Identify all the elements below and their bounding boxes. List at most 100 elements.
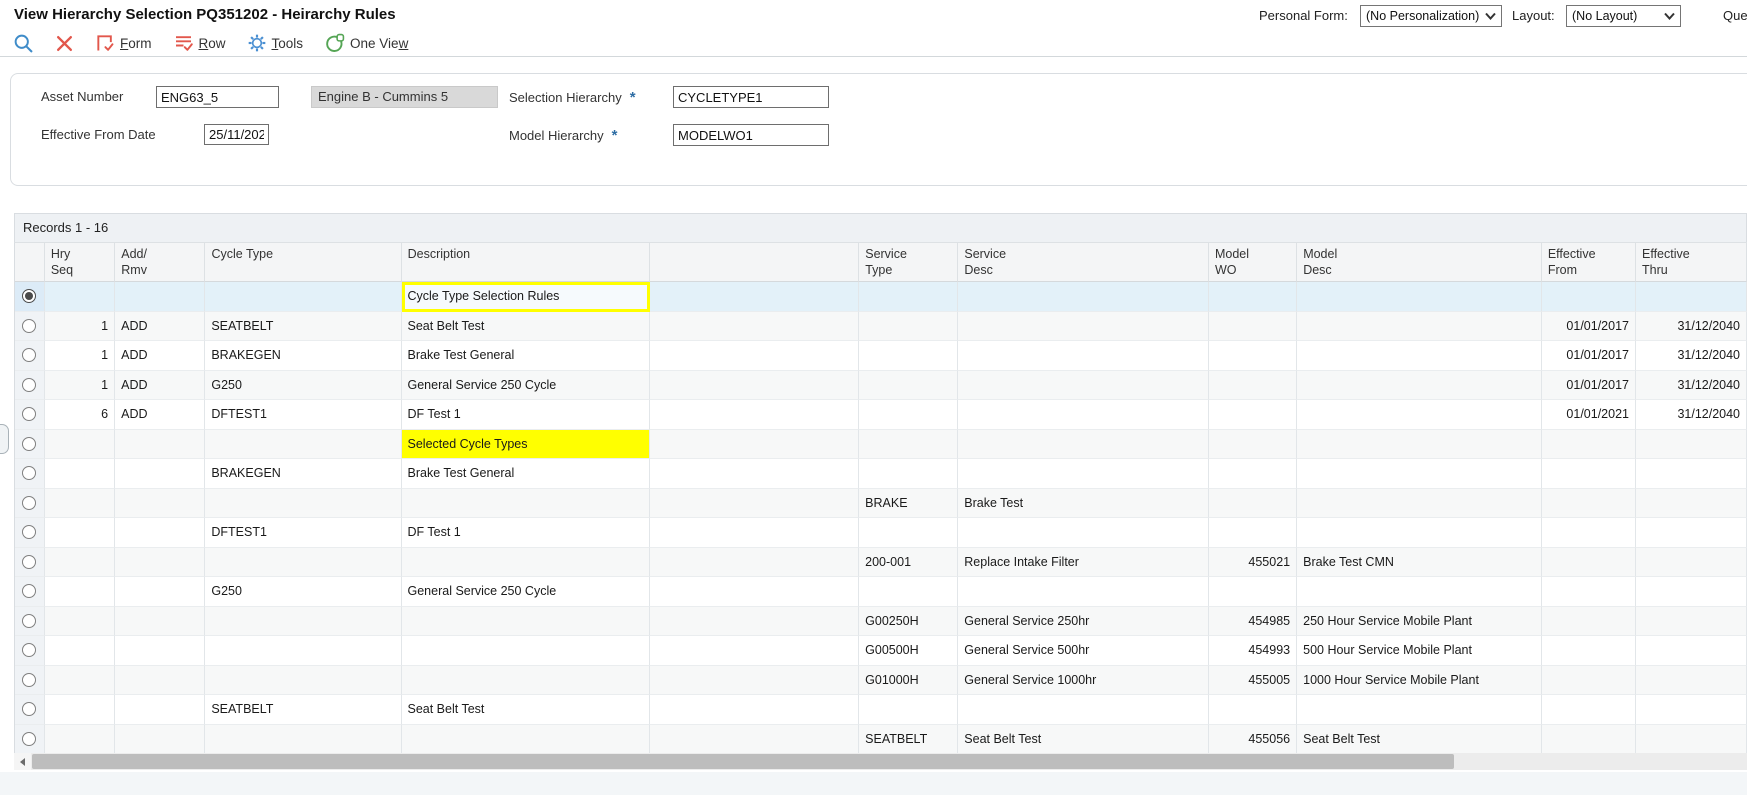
- cell-eff_thru[interactable]: 31/12/2040: [1636, 371, 1747, 401]
- cell-add_rmv[interactable]: ADD: [115, 400, 205, 430]
- cell-description[interactable]: Cycle Type Selection Rules: [402, 282, 651, 312]
- cell-eff_from[interactable]: [1542, 607, 1636, 637]
- cell-model_desc[interactable]: [1297, 341, 1542, 371]
- cell-spacer[interactable]: [650, 312, 859, 342]
- effective-from-date-input[interactable]: [204, 124, 269, 145]
- cell-model_desc[interactable]: 1000 Hour Service Mobile Plant: [1297, 666, 1542, 696]
- cell-cycle_type[interactable]: [205, 666, 401, 696]
- cell-eff_thru[interactable]: [1636, 636, 1747, 666]
- cell-eff_thru[interactable]: [1636, 518, 1747, 548]
- cell-cycle_type[interactable]: [205, 607, 401, 637]
- cell-description[interactable]: DF Test 1: [402, 400, 651, 430]
- cell-model_desc[interactable]: Seat Belt Test: [1297, 725, 1542, 755]
- cell-hry_seq[interactable]: [45, 577, 115, 607]
- cell-model_desc[interactable]: [1297, 518, 1542, 548]
- cell-spacer[interactable]: [650, 459, 859, 489]
- cell-hry_seq[interactable]: [45, 636, 115, 666]
- queries-label[interactable]: Que: [1723, 8, 1747, 23]
- row-select-radio[interactable]: [22, 437, 36, 451]
- cell-add_rmv[interactable]: [115, 636, 205, 666]
- row-select-radio[interactable]: [22, 555, 36, 569]
- cell-description[interactable]: DF Test 1: [402, 518, 651, 548]
- cell-hry_seq[interactable]: [45, 666, 115, 696]
- cell-cycle_type[interactable]: [205, 430, 401, 460]
- cell-service_desc[interactable]: Replace Intake Filter: [958, 548, 1209, 578]
- cell-model_wo[interactable]: 455056: [1209, 725, 1297, 755]
- cell-service_desc[interactable]: [958, 400, 1209, 430]
- cell-cycle_type[interactable]: BRAKEGEN: [205, 459, 401, 489]
- cell-description[interactable]: General Service 250 Cycle: [402, 577, 651, 607]
- cell-model_wo[interactable]: 454993: [1209, 636, 1297, 666]
- cell-add_rmv[interactable]: [115, 518, 205, 548]
- cell-hry_seq[interactable]: 1: [45, 371, 115, 401]
- row-select-radio[interactable]: [22, 525, 36, 539]
- cell-hry_seq[interactable]: [45, 548, 115, 578]
- cell-service_desc[interactable]: Brake Test: [958, 489, 1209, 519]
- cell-eff_from[interactable]: [1542, 459, 1636, 489]
- cell-cycle_type[interactable]: G250: [205, 371, 401, 401]
- cell-eff_from[interactable]: 01/01/2017: [1542, 341, 1636, 371]
- cell-eff_from[interactable]: [1542, 666, 1636, 696]
- col-header-model_wo[interactable]: Model WO: [1209, 243, 1297, 282]
- cell-model_wo[interactable]: [1209, 371, 1297, 401]
- cell-add_rmv[interactable]: [115, 430, 205, 460]
- cell-description[interactable]: Brake Test General: [402, 341, 651, 371]
- cell-model_desc[interactable]: [1297, 577, 1542, 607]
- cell-hry_seq[interactable]: [45, 695, 115, 725]
- cell-eff_from[interactable]: [1542, 282, 1636, 312]
- cell-cycle_type[interactable]: [205, 282, 401, 312]
- layout-select[interactable]: (No Layout): [1566, 5, 1681, 27]
- row-select-radio[interactable]: [22, 378, 36, 392]
- cell-model_wo[interactable]: 455005: [1209, 666, 1297, 696]
- cell-service_type[interactable]: [859, 430, 958, 460]
- cell-model_desc[interactable]: 250 Hour Service Mobile Plant: [1297, 607, 1542, 637]
- cell-spacer[interactable]: [650, 341, 859, 371]
- cell-description[interactable]: [402, 548, 651, 578]
- cell-spacer[interactable]: [650, 548, 859, 578]
- cell-eff_from[interactable]: [1542, 577, 1636, 607]
- cell-model_wo[interactable]: [1209, 341, 1297, 371]
- cell-description[interactable]: [402, 666, 651, 696]
- cell-spacer[interactable]: [650, 577, 859, 607]
- cell-spacer[interactable]: [650, 636, 859, 666]
- row-select-radio[interactable]: [22, 614, 36, 628]
- cell-spacer[interactable]: [650, 725, 859, 755]
- cell-eff_thru[interactable]: [1636, 666, 1747, 696]
- cell-service_desc[interactable]: Seat Belt Test: [958, 725, 1209, 755]
- cell-model_wo[interactable]: [1209, 400, 1297, 430]
- cell-service_desc[interactable]: General Service 500hr: [958, 636, 1209, 666]
- cell-add_rmv[interactable]: [115, 548, 205, 578]
- cell-hry_seq[interactable]: [45, 430, 115, 460]
- horizontal-scrollbar[interactable]: [14, 753, 1747, 770]
- cell-description[interactable]: [402, 489, 651, 519]
- cell-cycle_type[interactable]: [205, 636, 401, 666]
- cell-cycle_type[interactable]: [205, 489, 401, 519]
- cell-add_rmv[interactable]: ADD: [115, 341, 205, 371]
- cell-add_rmv[interactable]: [115, 666, 205, 696]
- cell-hry_seq[interactable]: [45, 282, 115, 312]
- cell-spacer[interactable]: [650, 430, 859, 460]
- selection-hierarchy-input[interactable]: [673, 86, 829, 108]
- cell-hry_seq[interactable]: [45, 489, 115, 519]
- cell-spacer[interactable]: [650, 518, 859, 548]
- row-select-radio[interactable]: [22, 466, 36, 480]
- cell-model_wo[interactable]: [1209, 518, 1297, 548]
- cell-description[interactable]: Brake Test General: [402, 459, 651, 489]
- cell-eff_thru[interactable]: 31/12/2040: [1636, 400, 1747, 430]
- scroll-left-arrow[interactable]: [14, 753, 31, 770]
- col-header-hry_seq[interactable]: Hry Seq: [45, 243, 115, 282]
- cell-description[interactable]: [402, 607, 651, 637]
- cell-model_wo[interactable]: [1209, 430, 1297, 460]
- cell-service_type[interactable]: G00500H: [859, 636, 958, 666]
- cell-eff_thru[interactable]: [1636, 489, 1747, 519]
- cell-hry_seq[interactable]: [45, 607, 115, 637]
- cell-service_type[interactable]: [859, 518, 958, 548]
- col-header-description[interactable]: Description: [402, 243, 651, 282]
- cell-eff_from[interactable]: 01/01/2017: [1542, 371, 1636, 401]
- cell-spacer[interactable]: [650, 282, 859, 312]
- cell-hry_seq[interactable]: [45, 518, 115, 548]
- cell-service_desc[interactable]: [958, 577, 1209, 607]
- cell-eff_thru[interactable]: [1636, 725, 1747, 755]
- cell-eff_from[interactable]: [1542, 430, 1636, 460]
- cell-add_rmv[interactable]: [115, 607, 205, 637]
